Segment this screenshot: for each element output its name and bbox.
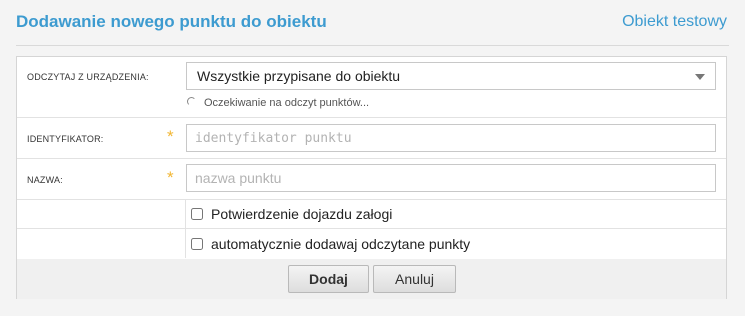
identifier-input[interactable] bbox=[186, 124, 716, 152]
name-input[interactable] bbox=[186, 164, 716, 192]
device-row: ODCZYTAJ Z URZĄDZENIA: Wszystkie przypis… bbox=[17, 57, 726, 118]
chevron-down-icon[interactable] bbox=[695, 74, 705, 80]
crew-confirm-option[interactable]: Potwierdzenie dojazdu załogi bbox=[191, 206, 392, 222]
dialog-header: Dodawanie nowego punktu do obiektu Obiek… bbox=[0, 0, 745, 46]
object-link[interactable]: Obiekt testowy bbox=[622, 13, 727, 31]
device-label: ODCZYTAJ Z URZĄDZENIA: bbox=[27, 72, 149, 82]
identifier-label: IDENTYFIKATOR: bbox=[27, 134, 104, 144]
cancel-button[interactable]: Anuluj bbox=[373, 265, 456, 293]
identifier-required-mark: * bbox=[167, 127, 174, 146]
name-label: NAZWA: bbox=[27, 175, 63, 185]
auto-add-option[interactable]: automatycznie dodawaj odczytane punkty bbox=[191, 236, 470, 252]
device-select-value: Wszystkie przypisane do obiektu bbox=[197, 68, 401, 84]
auto-add-label: automatycznie dodawaj odczytane punkty bbox=[211, 236, 471, 252]
page-title: Dodawanie nowego punktu do obiektu bbox=[16, 12, 327, 31]
reading-status-text: Oczekiwanie na odczyt punktów... bbox=[204, 97, 370, 109]
auto-add-checkbox[interactable] bbox=[191, 238, 203, 250]
crew-confirm-label: Potwierdzenie dojazdu załogi bbox=[211, 206, 393, 222]
row-separator bbox=[185, 229, 186, 258]
device-select[interactable]: Wszystkie przypisane do obiektu bbox=[186, 62, 716, 90]
reading-status: Oczekiwanie na odczyt punktów... bbox=[187, 97, 369, 109]
form-panel: ODCZYTAJ Z URZĄDZENIA: Wszystkie przypis… bbox=[16, 56, 727, 299]
header-divider bbox=[16, 45, 729, 46]
identifier-row: IDENTYFIKATOR: * bbox=[17, 118, 726, 159]
crew-confirm-row: Potwierdzenie dojazdu załogi bbox=[17, 199, 726, 229]
name-row: NAZWA: * bbox=[17, 159, 726, 200]
loading-spinner-icon bbox=[187, 97, 196, 106]
row-separator bbox=[185, 199, 186, 228]
button-bar: Dodaj Anuluj bbox=[17, 259, 726, 299]
crew-confirm-checkbox[interactable] bbox=[191, 208, 203, 220]
name-required-mark: * bbox=[167, 168, 174, 187]
add-button[interactable]: Dodaj bbox=[288, 265, 369, 293]
auto-add-row: automatycznie dodawaj odczytane punkty bbox=[17, 229, 726, 258]
